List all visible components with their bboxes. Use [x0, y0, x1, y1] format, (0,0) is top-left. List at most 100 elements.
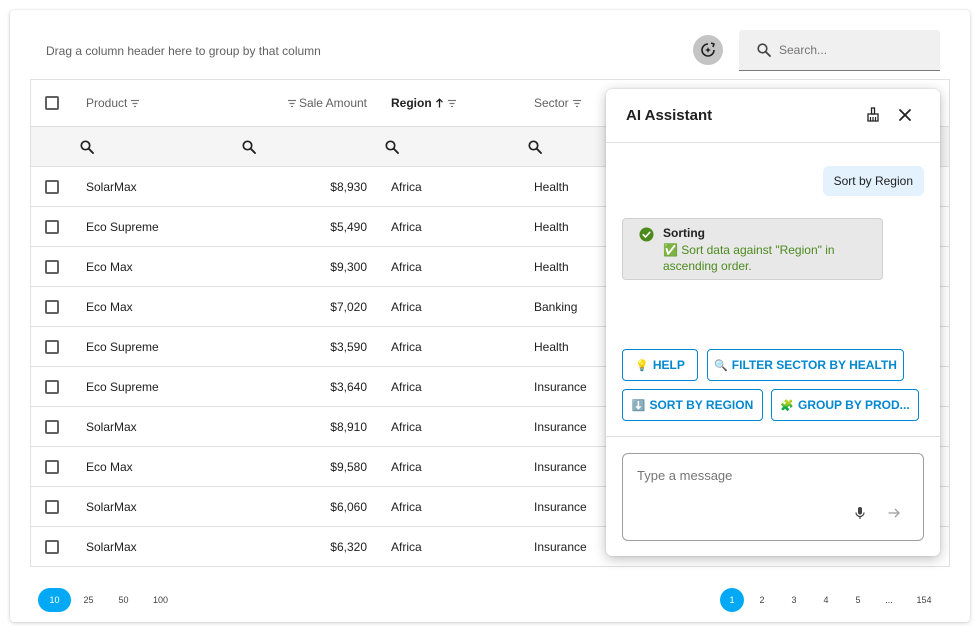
- page-ellipsis[interactable]: ...: [877, 588, 901, 612]
- column-header-product[interactable]: Product: [86, 80, 140, 126]
- broom-icon[interactable]: [864, 106, 882, 124]
- sale-amount-cell[interactable]: $9,300: [251, 247, 367, 286]
- product-cell[interactable]: Eco Max: [86, 287, 133, 326]
- sale-amount-cell[interactable]: $8,930: [251, 167, 367, 206]
- group-product-suggestion-button[interactable]: 🧩 GROUP BY PROD...: [771, 389, 919, 421]
- filter-icon[interactable]: [130, 99, 140, 108]
- product-cell[interactable]: SolarMax: [86, 527, 137, 566]
- region-cell[interactable]: Africa: [391, 327, 422, 366]
- column-header-label: Product: [86, 96, 128, 110]
- group-panel-hint[interactable]: Drag a column header here to group by th…: [46, 44, 321, 58]
- message-input[interactable]: [637, 468, 907, 492]
- sort-region-suggestion-button[interactable]: ⬇️ SORT BY REGION: [622, 389, 763, 421]
- row-checkbox[interactable]: [45, 299, 59, 314]
- filter-icon[interactable]: [287, 99, 297, 108]
- page-size-100[interactable]: 100: [144, 588, 177, 612]
- sale-amount-cell[interactable]: $6,320: [251, 527, 367, 566]
- sector-cell[interactable]: Health: [534, 247, 569, 286]
- help-suggestion-button[interactable]: 💡 HELP: [622, 349, 698, 381]
- region-cell[interactable]: Africa: [391, 287, 422, 326]
- region-cell[interactable]: Africa: [391, 407, 422, 446]
- sector-cell[interactable]: Insurance: [534, 487, 587, 526]
- filter-icon[interactable]: [447, 99, 457, 108]
- column-header-label: Sale Amount: [298, 96, 367, 110]
- sale-amount-cell[interactable]: $7,020: [251, 287, 367, 326]
- sector-cell[interactable]: Insurance: [534, 447, 587, 486]
- select-all-checkbox[interactable]: [45, 96, 59, 110]
- row-checkbox[interactable]: [45, 339, 59, 354]
- region-cell[interactable]: Africa: [391, 527, 422, 566]
- assistant-response-card: Sorting ✅ Sort data against "Region" in …: [622, 218, 883, 280]
- column-header-region[interactable]: Region: [391, 80, 457, 126]
- sector-cell[interactable]: Health: [534, 327, 569, 366]
- region-cell[interactable]: Africa: [391, 207, 422, 246]
- suggestion-label: FILTER SECTOR BY HEALTH: [731, 358, 897, 372]
- page-button-1[interactable]: 1: [720, 588, 744, 612]
- microphone-icon[interactable]: [853, 506, 867, 520]
- page-size-25[interactable]: 25: [72, 588, 105, 612]
- ai-panel-title: AI Assistant: [626, 107, 713, 124]
- page-button-2[interactable]: 2: [750, 588, 774, 612]
- product-cell[interactable]: SolarMax: [86, 407, 137, 446]
- row-checkbox[interactable]: [45, 419, 59, 434]
- region-cell[interactable]: Africa: [391, 247, 422, 286]
- ai-panel-header: AI Assistant: [606, 89, 940, 143]
- product-cell[interactable]: Eco Supreme: [86, 327, 159, 366]
- page-button-5[interactable]: 5: [846, 588, 870, 612]
- ai-assistant-toggle-button[interactable]: [693, 35, 723, 65]
- region-cell[interactable]: Africa: [391, 367, 422, 406]
- column-header-label: Sector: [534, 96, 569, 110]
- filter-icon[interactable]: [572, 99, 582, 108]
- sale-amount-cell[interactable]: $3,640: [251, 367, 367, 406]
- region-cell[interactable]: Africa: [391, 447, 422, 486]
- row-checkbox[interactable]: [45, 259, 59, 274]
- column-header-sector[interactable]: Sector: [534, 80, 582, 126]
- sector-cell[interactable]: Insurance: [534, 527, 587, 566]
- row-checkbox[interactable]: [45, 499, 59, 514]
- sale-amount-cell[interactable]: $9,580: [251, 447, 367, 486]
- search-icon[interactable]: [242, 140, 256, 154]
- send-arrow-icon[interactable]: [887, 506, 901, 520]
- response-text: ✅ Sort data against "Region" in: [663, 243, 835, 257]
- user-message-bubble: Sort by Region: [822, 166, 924, 196]
- search-icon[interactable]: [385, 140, 399, 154]
- sale-amount-cell[interactable]: $5,490: [251, 207, 367, 246]
- column-header-sale-amount[interactable]: Sale Amount: [251, 80, 367, 126]
- row-checkbox[interactable]: [45, 459, 59, 474]
- check-circle-icon: [639, 227, 654, 242]
- divider: [606, 436, 940, 437]
- arrow-up-icon: [435, 98, 443, 108]
- sector-cell[interactable]: Insurance: [534, 407, 587, 446]
- product-cell[interactable]: Eco Max: [86, 447, 133, 486]
- search-icon[interactable]: [80, 140, 94, 154]
- sale-amount-cell[interactable]: $6,060: [251, 487, 367, 526]
- search-input[interactable]: [779, 43, 929, 57]
- sale-amount-cell[interactable]: $3,590: [251, 327, 367, 366]
- page-size-10[interactable]: 10: [38, 588, 71, 612]
- region-cell[interactable]: Africa: [391, 487, 422, 526]
- region-cell[interactable]: Africa: [391, 167, 422, 206]
- product-cell[interactable]: Eco Supreme: [86, 367, 159, 406]
- product-cell[interactable]: Eco Supreme: [86, 207, 159, 246]
- filter-sector-suggestion-button[interactable]: 🔍 FILTER SECTOR BY HEALTH: [707, 349, 904, 381]
- row-checkbox[interactable]: [45, 539, 59, 554]
- product-cell[interactable]: SolarMax: [86, 487, 137, 526]
- row-checkbox[interactable]: [45, 179, 59, 194]
- page-button-4[interactable]: 4: [814, 588, 838, 612]
- suggestion-label: GROUP BY PROD...: [798, 398, 910, 412]
- product-cell[interactable]: Eco Max: [86, 247, 133, 286]
- sector-cell[interactable]: Banking: [534, 287, 577, 326]
- message-composer: [622, 453, 924, 541]
- close-icon[interactable]: [896, 106, 914, 124]
- product-cell[interactable]: SolarMax: [86, 167, 137, 206]
- sector-cell[interactable]: Health: [534, 207, 569, 246]
- sector-cell[interactable]: Health: [534, 167, 569, 206]
- page-button-3[interactable]: 3: [782, 588, 806, 612]
- page-size-50[interactable]: 50: [107, 588, 140, 612]
- search-icon[interactable]: [528, 140, 542, 154]
- page-button-last[interactable]: 154: [911, 588, 937, 612]
- sale-amount-cell[interactable]: $8,910: [251, 407, 367, 446]
- sector-cell[interactable]: Insurance: [534, 367, 587, 406]
- row-checkbox[interactable]: [45, 219, 59, 234]
- row-checkbox[interactable]: [45, 379, 59, 394]
